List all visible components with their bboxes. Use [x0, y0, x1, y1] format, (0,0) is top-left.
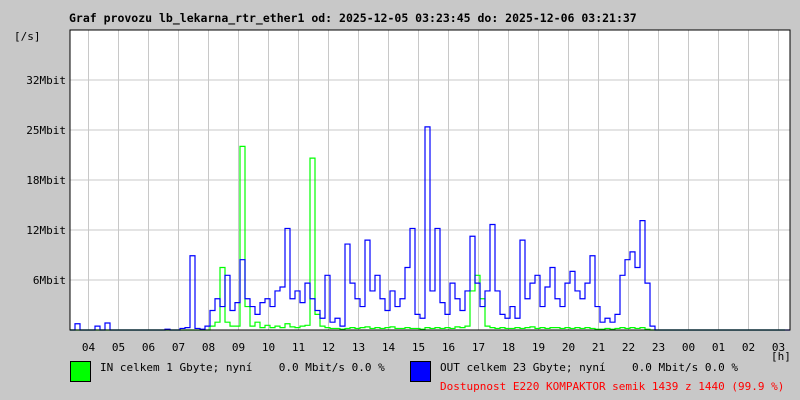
x-axis-label: [h] [771, 350, 791, 363]
x-tick-label: 20 [562, 341, 575, 354]
x-tick-label: 21 [592, 341, 605, 354]
x-tick-label: 17 [472, 341, 485, 354]
x-tick-label: 08 [202, 341, 215, 354]
legend-in-swatch [70, 361, 91, 382]
x-tick-label: 06 [142, 341, 155, 354]
x-tick-label: 18 [502, 341, 515, 354]
x-tick-label: 22 [622, 341, 635, 354]
legend-out-swatch [410, 361, 431, 382]
x-tick-label: 14 [382, 341, 396, 354]
x-tick-label: 10 [262, 341, 275, 354]
x-tick-label: 05 [112, 341, 125, 354]
x-tick-label: 09 [232, 341, 245, 354]
x-tick-label: 11 [292, 341, 305, 354]
availability-text: Dostupnost E220 KOMPAKTOR semik 1439 z 1… [440, 380, 785, 393]
y-tick-label: 12Mbit [26, 224, 66, 237]
x-tick-label: 07 [172, 341, 185, 354]
y-tick-label: 6Mbit [33, 274, 66, 287]
traffic-graph: Graf provozu lb_lekarna_rtr_ether1 od: 2… [0, 0, 800, 400]
y-tick-label: 18Mbit [26, 174, 66, 187]
plot-area: 04 05 06 07 08 09 10 11 12 13 14 15 16 17 18 19 20 21 22 23… [26, 29, 791, 354]
legend-out: OUT celkem 23 Gbyte; nyní 0.0 Mbit/s 0.0… [440, 361, 739, 374]
x-tick-label: 01 [712, 341, 725, 354]
x-tick-label: 12 [322, 341, 335, 354]
x-tick-label: 16 [442, 341, 455, 354]
legend-in: IN celkem 1 Gbyte; nyní 0.0 Mbit/s 0.0 % [100, 361, 385, 374]
x-tick-label: 19 [532, 341, 545, 354]
y-tick-label: 25Mbit [26, 124, 66, 137]
x-tick-label: 00 [682, 341, 695, 354]
x-tick-label: 04 [82, 341, 96, 354]
x-tick-label: 15 [412, 341, 425, 354]
x-tick-label: 13 [352, 341, 365, 354]
x-tick-label: 02 [742, 341, 755, 354]
y-tick-label: 32Mbit [26, 74, 66, 87]
x-tick-label: 23 [652, 341, 665, 354]
